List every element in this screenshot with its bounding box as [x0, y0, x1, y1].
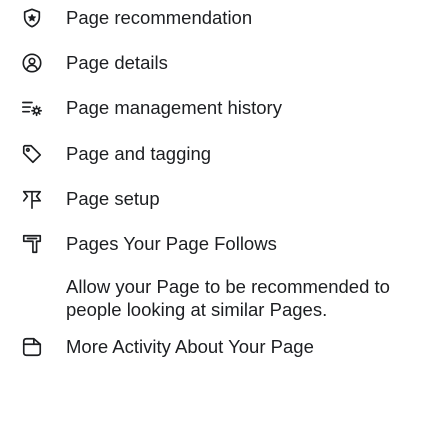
menu-item-page-management-history[interactable]: Page management history	[0, 88, 440, 128]
tag-icon	[20, 142, 44, 166]
page-recommendation-description: Allow your Page to be recommended to peo…	[66, 276, 390, 320]
activity-icon	[20, 335, 44, 359]
menu-item-pages-your-page-follows[interactable]: Pages Your Page Follows	[0, 224, 440, 264]
menu-item-more-activity[interactable]: More Activity About Your Page	[0, 327, 440, 367]
menu-item-page-setup[interactable]: Page setup	[0, 179, 440, 219]
menu-item-label: Pages Your Page Follows	[66, 233, 277, 254]
menu-item-page-recommendation[interactable]: Page recommendation	[0, 0, 440, 38]
menu-item-page-details[interactable]: Page details	[0, 43, 440, 83]
at-sign-icon	[20, 51, 44, 75]
menu-item-label: Page and tagging	[66, 143, 212, 164]
menu-item-label: More Activity About Your Page	[66, 336, 314, 357]
flag-icon	[20, 187, 44, 211]
menu-item-label: Page recommendation	[66, 7, 253, 28]
list-gear-icon	[20, 96, 44, 120]
menu-item-label: Page setup	[66, 188, 160, 209]
menu-item-label: Page management history	[66, 97, 282, 118]
bookmark-icon	[20, 232, 44, 256]
menu-item-label: Page details	[66, 52, 168, 73]
menu-item-page-and-tagging[interactable]: Page and tagging	[0, 134, 440, 174]
shield-star-icon	[20, 6, 44, 30]
